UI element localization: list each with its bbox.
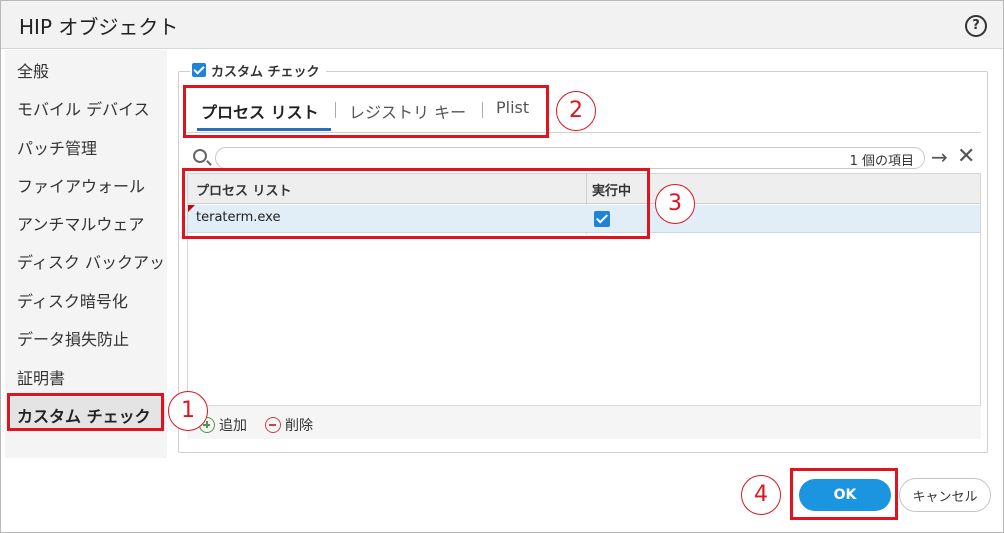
arrow-right-icon[interactable]: → bbox=[931, 147, 948, 167]
sidebar-item-general[interactable]: 全般 bbox=[17, 58, 167, 82]
search-icon[interactable] bbox=[193, 149, 207, 163]
highlight-box-3 bbox=[182, 168, 650, 239]
title-bar: HIP オブジェクト ? bbox=[1, 1, 1003, 49]
annotation-marker-2: 2 bbox=[556, 91, 596, 131]
sidebar-item-disk-encryption[interactable]: ディスク暗号化 bbox=[17, 288, 167, 312]
help-icon[interactable]: ? bbox=[965, 15, 987, 37]
delete-label: 削除 bbox=[285, 418, 313, 434]
dialog-title: HIP オブジェクト bbox=[19, 15, 179, 39]
sidebar-item-anti-malware[interactable]: アンチマルウェア bbox=[17, 211, 167, 235]
hip-object-dialog: HIP オブジェクト ? 全般 モバイル デバイス パッチ管理 ファイアウォール… bbox=[0, 0, 1004, 533]
sidebar-item-patch-management[interactable]: パッチ管理 bbox=[17, 135, 167, 159]
search-input[interactable]: 1 個の項目 bbox=[215, 147, 925, 169]
sidebar-item-firewall[interactable]: ファイアウォール bbox=[17, 173, 167, 197]
sidebar-item-certificate[interactable]: 証明書 bbox=[17, 365, 167, 389]
highlight-box-1 bbox=[7, 393, 164, 431]
annotation-marker-4: 4 bbox=[741, 475, 781, 515]
sidebar-item-disk-backup[interactable]: ディスク バックアップ bbox=[17, 249, 167, 273]
add-label: 追加 bbox=[219, 418, 247, 434]
highlight-box-2 bbox=[183, 85, 549, 138]
custom-check-toggle[interactable]: カスタム チェック bbox=[190, 61, 326, 80]
delete-button[interactable]: 削除 bbox=[265, 415, 313, 435]
highlight-box-4 bbox=[790, 468, 898, 520]
sidebar-item-mobile-device[interactable]: モバイル デバイス bbox=[17, 96, 167, 120]
close-icon[interactable]: ✕ bbox=[957, 146, 975, 168]
annotation-marker-1: 1 bbox=[168, 391, 208, 431]
table-actions: 追加 削除 bbox=[187, 405, 981, 439]
custom-check-checkbox[interactable] bbox=[192, 63, 206, 77]
sidebar-item-data-loss-prevention[interactable]: データ損失防止 bbox=[17, 326, 167, 350]
cancel-button[interactable]: キャンセル bbox=[899, 478, 991, 512]
custom-check-label: カスタム チェック bbox=[211, 64, 320, 80]
annotation-marker-3: 3 bbox=[655, 184, 695, 224]
minus-circle-icon bbox=[265, 417, 281, 433]
